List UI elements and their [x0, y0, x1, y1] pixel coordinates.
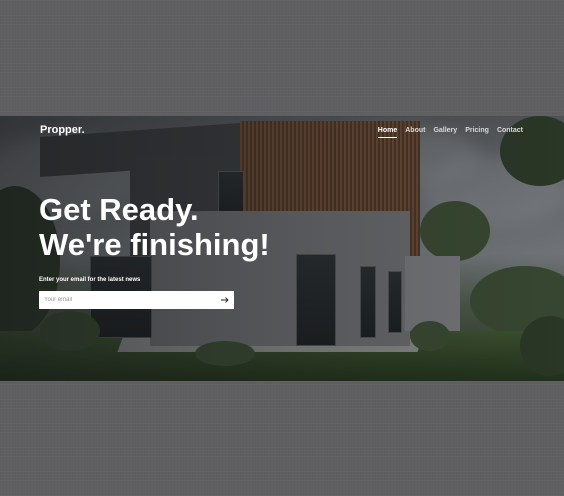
submit-button[interactable]	[216, 291, 234, 309]
headline-line-1: Get Ready.	[39, 192, 199, 227]
hero-headline: Get Ready. We're finishing!	[39, 192, 270, 262]
subscribe-label: Enter your email for the latest news	[39, 277, 141, 283]
arrow-right-icon	[221, 297, 229, 303]
nav-home[interactable]: Home	[377, 127, 398, 138]
subscribe-form	[39, 291, 234, 309]
headline-line-2: We're finishing!	[39, 227, 270, 262]
nav-about[interactable]: About	[405, 127, 425, 138]
main-nav: Home About Gallery Pricing Contact	[370, 127, 523, 138]
site-logo[interactable]: Propper.	[40, 124, 85, 136]
nav-contact[interactable]: Contact	[497, 127, 523, 138]
email-input[interactable]	[39, 291, 216, 309]
nav-pricing[interactable]: Pricing	[465, 127, 489, 138]
nav-gallery[interactable]: Gallery	[433, 127, 457, 138]
